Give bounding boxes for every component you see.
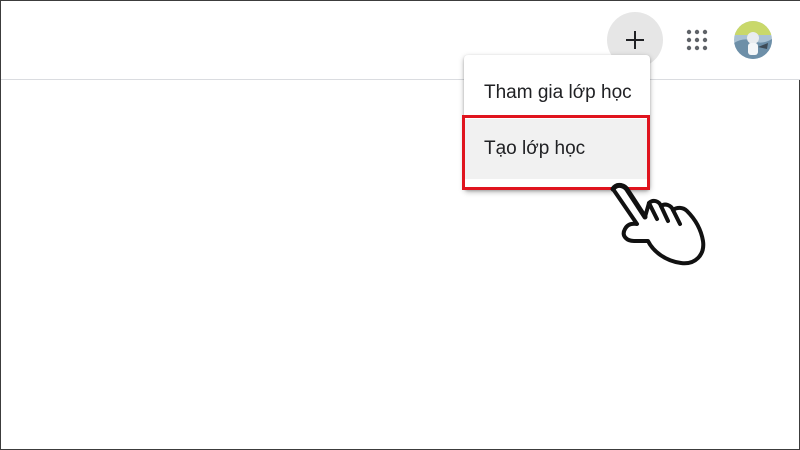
join-class-label: Tham gia lớp học	[484, 82, 632, 103]
grid-icon	[686, 29, 708, 51]
plus-icon	[626, 31, 644, 49]
account-avatar[interactable]	[734, 21, 772, 59]
top-app-bar	[1, 1, 800, 80]
join-class-menu-item[interactable]: Tham gia lớp học	[464, 63, 650, 123]
pointing-hand-icon	[610, 182, 706, 266]
create-class-label: Tạo lớp học	[484, 138, 586, 159]
google-apps-button[interactable]	[676, 19, 718, 61]
add-class-menu: Tham gia lớp học Tạo lớp học	[464, 55, 650, 190]
create-class-menu-item[interactable]: Tạo lớp học	[464, 119, 650, 179]
user-avatar-icon	[734, 21, 772, 59]
app-window: Tham gia lớp học Tạo lớp học	[0, 0, 800, 450]
